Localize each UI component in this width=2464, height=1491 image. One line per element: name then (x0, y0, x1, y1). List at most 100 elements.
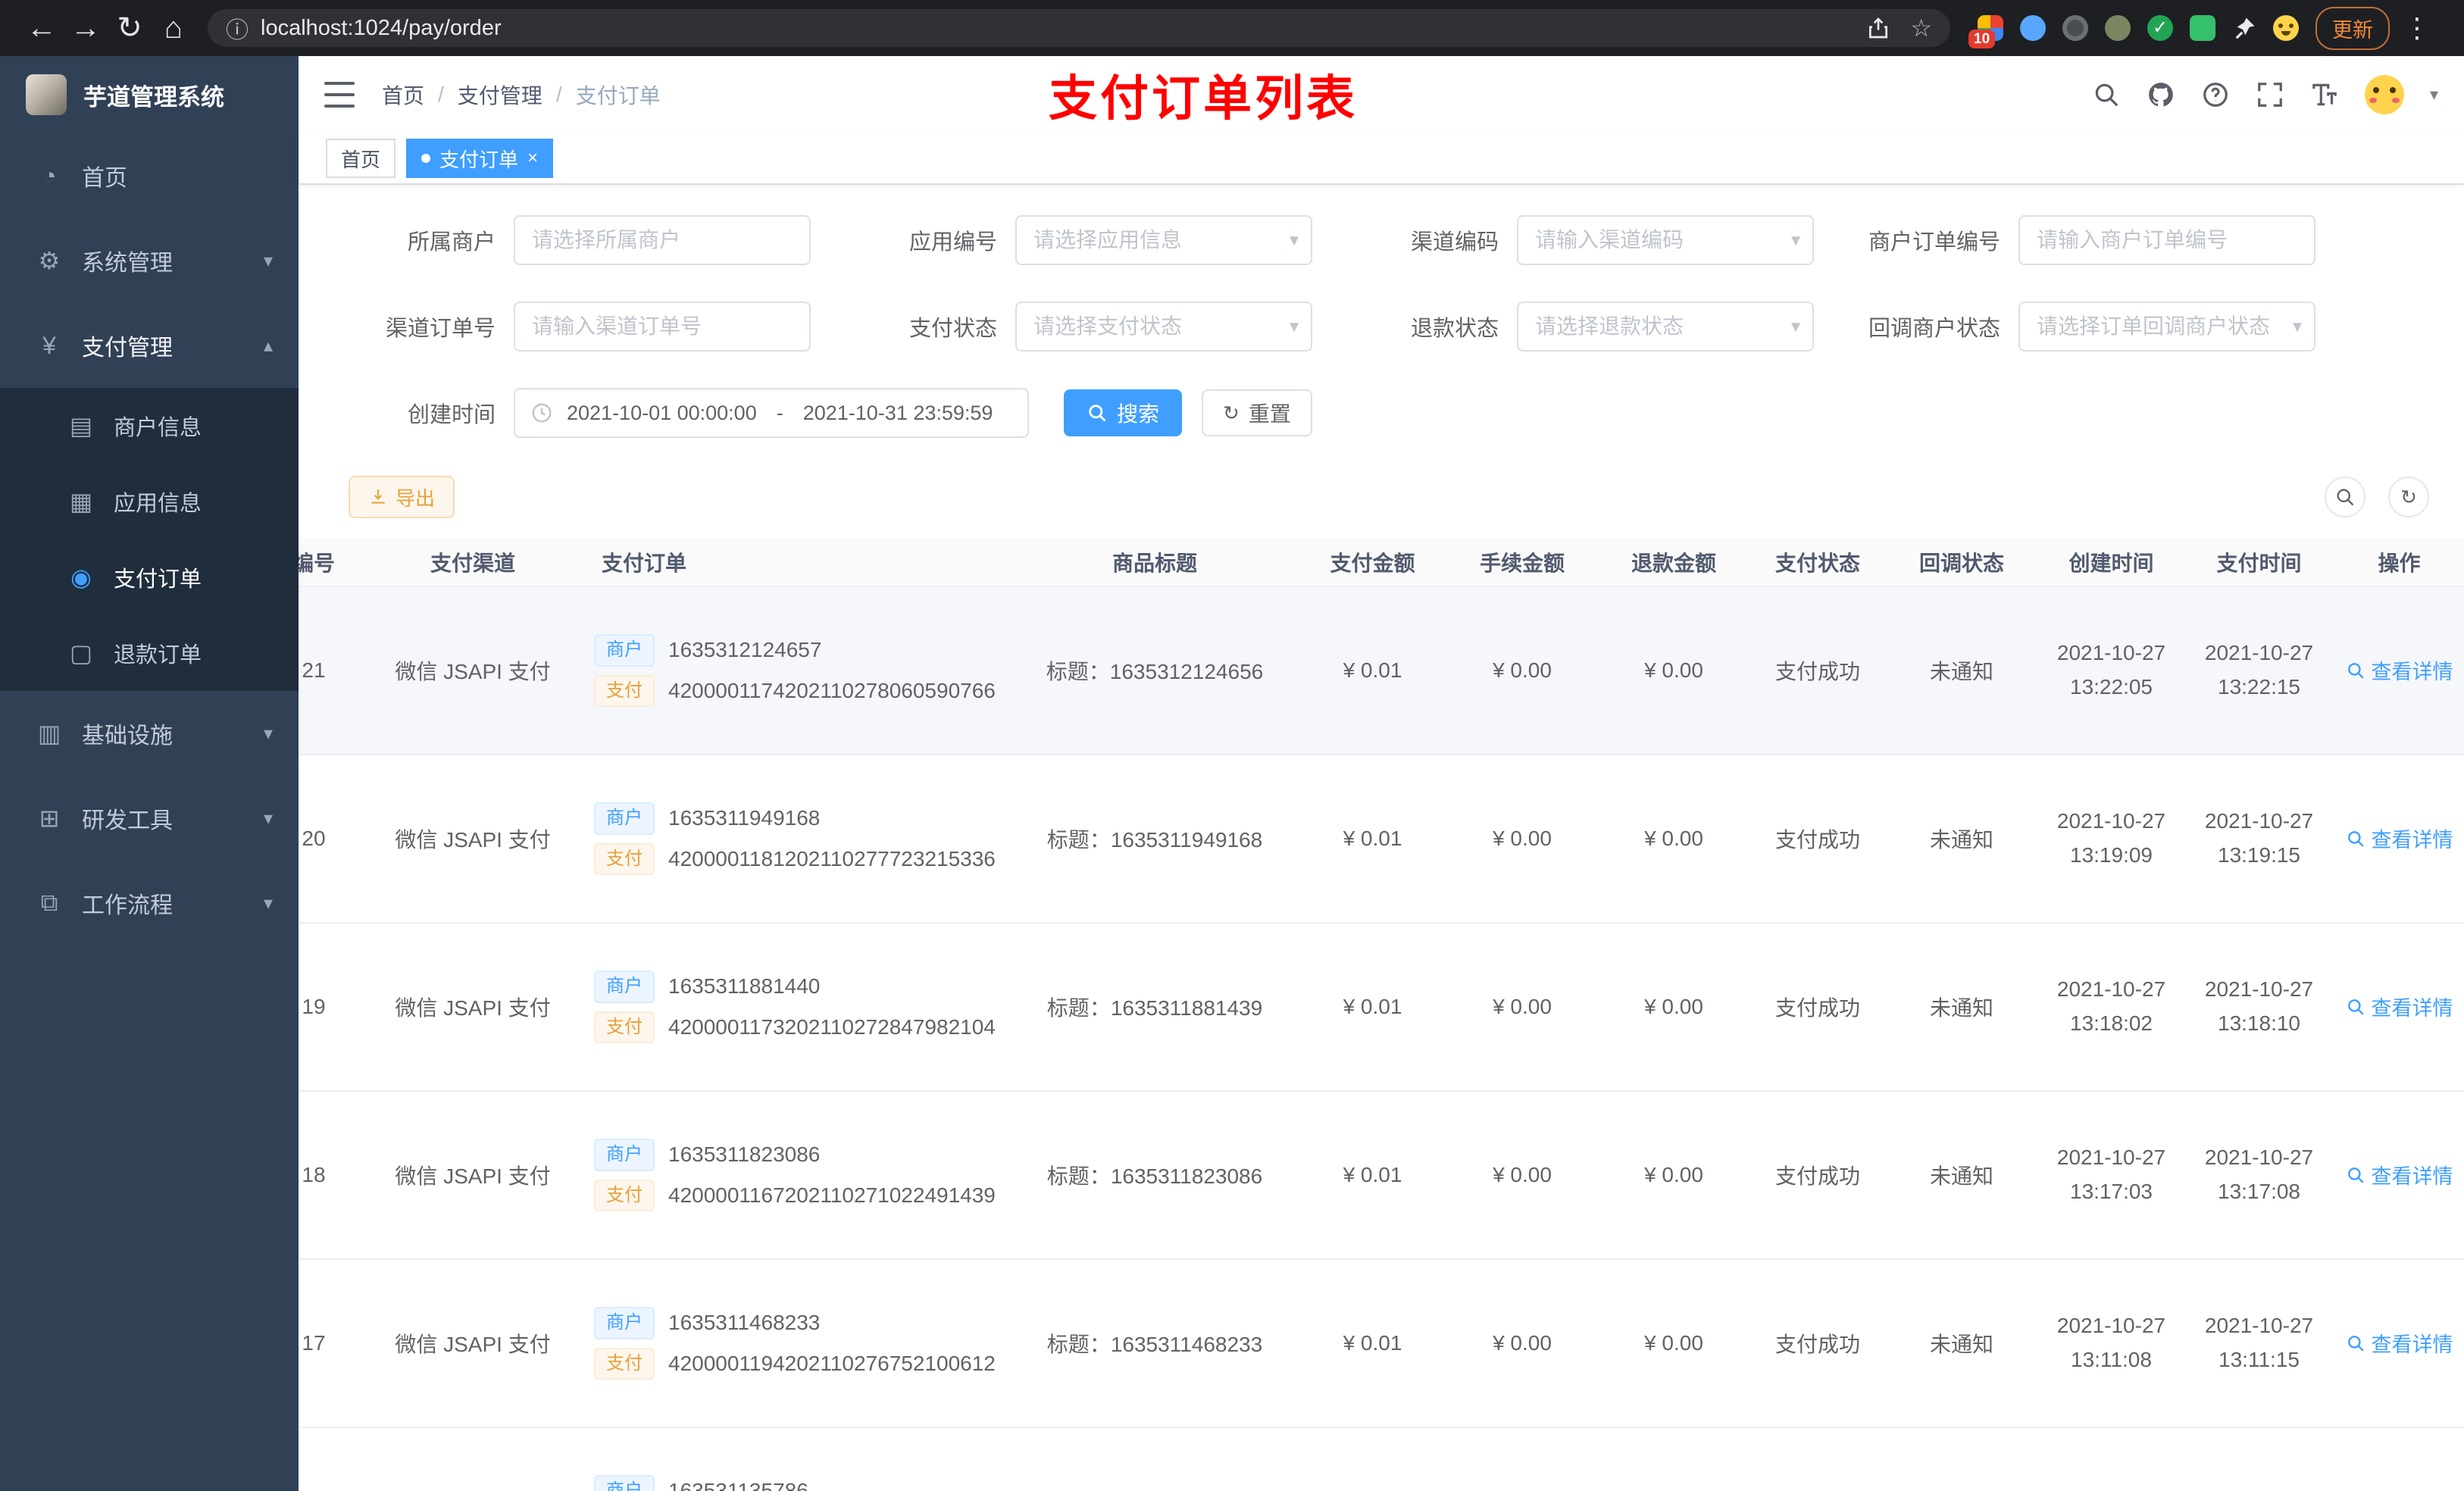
bookmark-star-icon[interactable]: ☆ (1910, 14, 1932, 42)
merchant-order-no-input[interactable] (2018, 215, 2315, 265)
avatar-caret-icon[interactable]: ▾ (2430, 85, 2438, 105)
extension-olive-icon[interactable] (2105, 15, 2131, 41)
merchant-order-no: 1635311881440 (668, 974, 821, 999)
create-time-cell: 2021-10-27 13:17:03 (2037, 1091, 2185, 1260)
site-info-icon[interactable]: ⓘ (226, 11, 249, 45)
browser-update-button[interactable]: 更新 (2315, 6, 2390, 50)
chevron-down-icon: ▾ (263, 723, 273, 744)
github-icon[interactable] (2147, 80, 2175, 109)
pay-status-select[interactable] (1015, 302, 1312, 352)
view-detail-link[interactable]: 查看详情 (2346, 1328, 2453, 1358)
pay-amount-cell: ¥ 0.01 (1299, 586, 1446, 755)
sidebar-item-pay-order[interactable]: ◉ 支付订单 (0, 539, 299, 615)
col-pay-order: 支付订单 (571, 538, 1011, 587)
order-id-cell: 20 (299, 755, 374, 924)
magnifier-icon (2347, 999, 2364, 1015)
address-bar[interactable]: ⓘ localhost:1024/pay/order ☆ (208, 9, 1950, 47)
actions-cell: 查看详情 (2333, 755, 2464, 924)
url-text[interactable]: localhost:1024/pay/order (261, 16, 1866, 41)
tab-pay-order[interactable]: 支付订单 × (406, 139, 554, 178)
pay-channel-cell (374, 1427, 571, 1491)
view-detail-link[interactable]: 查看详情 (2346, 1160, 2453, 1189)
extension-drop-icon[interactable] (2020, 15, 2046, 41)
close-icon[interactable]: × (527, 148, 538, 169)
font-size-icon[interactable] (2310, 80, 2339, 109)
magnifier-icon (2347, 830, 2364, 847)
view-detail-link[interactable]: 查看详情 (2346, 992, 2453, 1021)
create-time-range-picker[interactable]: 2021-10-01 00:00:00 - 2021-10-31 23:59:5… (514, 388, 1029, 438)
extension-dark-icon[interactable] (2062, 15, 2088, 41)
logo-image (26, 74, 67, 115)
browser-back-icon[interactable]: ← (20, 0, 64, 56)
notify-status-select[interactable] (2018, 302, 2315, 352)
refresh-table-button[interactable]: ↻ (2388, 477, 2429, 517)
breadcrumb: 首页 / 支付管理 / 支付订单 (382, 80, 661, 110)
notify-status-cell: 未通知 (1886, 586, 2037, 755)
extension-check-icon[interactable]: ✓ (2147, 15, 2173, 41)
export-button[interactable]: 导出 (349, 476, 455, 518)
sidebar-item-refund-order[interactable]: ▢ 退款订单 (0, 615, 299, 691)
tab-home[interactable]: 首页 (326, 139, 396, 178)
fullscreen-icon[interactable] (2256, 80, 2284, 109)
browser-menu-icon[interactable]: ⋮ (2403, 12, 2431, 44)
product-title-cell: 标题：1635311949168 (1011, 755, 1299, 924)
refund-amount-cell: ¥ 0.00 (1598, 586, 1750, 755)
avatar[interactable] (2364, 75, 2404, 114)
col-pay-status: 支付状态 (1750, 538, 1886, 587)
download-icon (371, 489, 385, 504)
notify-status-cell: 未通知 (1886, 923, 2037, 1092)
toggle-search-button[interactable] (2325, 477, 2366, 517)
pay-order-cell: 商户 1635311949168 支付 42000011812021102777… (571, 755, 1011, 924)
view-detail-link[interactable]: 查看详情 (2346, 655, 2453, 685)
sidebar-item-app-info[interactable]: ▦ 应用信息 (0, 464, 299, 539)
breadcrumb-home[interactable]: 首页 (382, 80, 424, 110)
channel-order-no-input[interactable] (514, 302, 811, 352)
channel-code-input[interactable] (1517, 215, 1814, 265)
product-title-cell: 标题：1635312124656 (1011, 586, 1299, 755)
sidebar-item-system[interactable]: ⚙ 系统管理 ▾ (0, 218, 299, 303)
sidebar-logo[interactable]: 芋道管理系统 (0, 56, 299, 133)
channel-order-no: 4200001181202110277723215336 (668, 846, 996, 871)
product-title: 1635311881439 (1110, 996, 1263, 1020)
merchant-tag: 商户 (594, 1138, 655, 1171)
breadcrumb-payment[interactable]: 支付管理 (458, 80, 543, 110)
search-button[interactable]: 搜索 (1064, 389, 1183, 436)
pay-tag: 支付 (594, 1011, 655, 1044)
help-icon[interactable] (2201, 80, 2230, 109)
breadcrumb-separator: / (438, 83, 444, 106)
sidebar-item-home[interactable]: ◔ 首页 (0, 133, 299, 218)
pay-order-cell: 商户 1635312124657 支付 42000011742021102780… (571, 586, 1011, 755)
sidebar-item-workflow[interactable]: ⧉ 工作流程 ▾ (0, 861, 299, 946)
col-pay-time: 支付时间 (2185, 538, 2333, 587)
extension-square-icon[interactable] (2190, 15, 2215, 41)
channel-order-no: 4200001194202110276752100612 (668, 1351, 996, 1375)
merchant-select-input[interactable] (514, 215, 811, 265)
payment-submenu: ▤ 商户信息 ▦ 应用信息 ◉ 支付订单 ▢ 退款订单 (0, 388, 299, 691)
sidebar-item-payment[interactable]: ¥ 支付管理 ▴ (0, 303, 299, 388)
share-icon[interactable] (1866, 16, 1890, 40)
browser-home-icon[interactable]: ⌂ (152, 0, 195, 56)
pay-order-cell: 商户 1635311468233 支付 42000011942021102767… (571, 1259, 1011, 1428)
sidebar-toggle-icon[interactable] (324, 82, 355, 108)
merchant-card-icon: ▤ (69, 412, 93, 439)
search-icon[interactable] (2092, 80, 2121, 109)
product-title: 1635311468233 (1110, 1333, 1263, 1356)
browser-refresh-icon[interactable]: ↻ (108, 0, 152, 56)
browser-forward-icon[interactable]: → (64, 0, 108, 56)
emoji-extension-icon[interactable] (2273, 15, 2299, 41)
notify-status-cell (1886, 1427, 2037, 1491)
reset-button[interactable]: ↻ 重置 (1202, 389, 1312, 436)
top-navbar: 首页 / 支付管理 / 支付订单 支付订单列表 ▾ (299, 56, 2464, 133)
sidebar-item-merchant-info[interactable]: ▤ 商户信息 (0, 388, 299, 464)
chevron-up-icon: ▴ (263, 335, 273, 356)
app-select-input[interactable] (1015, 215, 1312, 265)
sidebar-item-devtools[interactable]: ⊞ 研发工具 ▾ (0, 776, 299, 861)
extension-grid-icon[interactable]: 10 (1968, 15, 2003, 48)
pin-icon[interactable] (2232, 16, 2256, 40)
pay-time-cell: 2021-10-27 13:19:15 (2185, 755, 2333, 924)
refund-status-select[interactable] (1517, 302, 1814, 352)
pay-order-cell: 商户 1635311823086 支付 42000011672021102710… (571, 1091, 1011, 1260)
view-detail-link[interactable]: 查看详情 (2346, 824, 2453, 853)
sidebar-item-infra[interactable]: ▥ 基础设施 ▾ (0, 691, 299, 776)
pay-status-cell: 支付成功 (1750, 755, 1886, 924)
